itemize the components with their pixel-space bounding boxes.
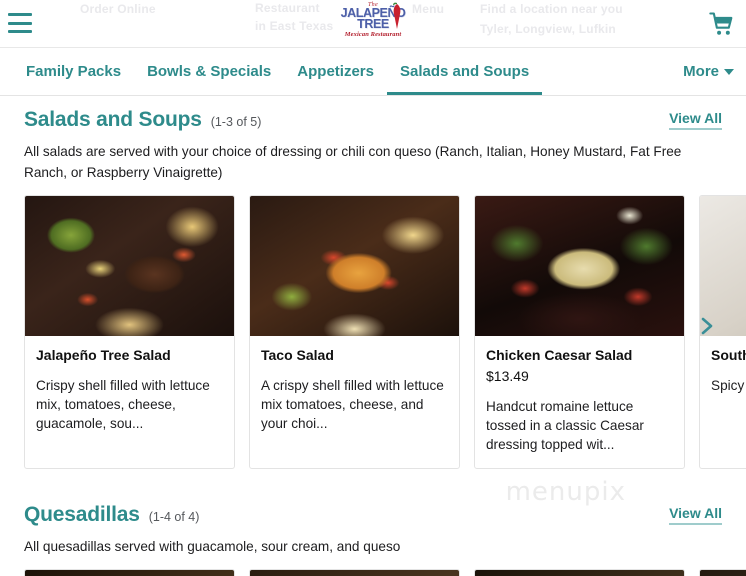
menu-item-image [475,196,684,336]
menu-item-image [25,570,234,576]
section-description: All salads are served with your choice o… [24,144,682,180]
faded-text-east-texas: in East Texas [255,19,334,33]
view-all-link-salads[interactable]: View All [669,110,722,130]
hamburger-bar-1 [8,13,32,16]
hamburger-bar-2 [8,21,32,25]
card-list [24,569,746,576]
tab-family-packs[interactable]: Family Packs [13,48,134,95]
menu-card-taco-salad[interactable]: Taco Salad A crispy shell filled with le… [249,195,460,469]
page-root: Order Online Restaurant in East Texas Fi… [0,0,746,576]
faded-text-menu: Menu [412,2,445,16]
chevron-right-icon [701,317,713,335]
menu-item-image [25,196,234,336]
section-salads-and-soups: Salads and Soups (1-3 of 5) View All All… [0,96,746,469]
section-item-count: (1-3 of 5) [210,115,262,129]
menu-card-quesadilla-3[interactable] [474,569,685,576]
menu-card-body: Jalapeño Tree Salad Crispy shell filled … [25,336,234,447]
menu-card-body: Chicken Caesar Salad $13.49 Handcut roma… [475,336,684,468]
shopping-cart-icon[interactable] [708,10,736,38]
chevron-down-icon [724,68,734,75]
menu-item-image [250,570,459,576]
menu-card-body: Taco Salad A crispy shell filled with le… [250,336,459,447]
tab-salads-and-soups[interactable]: Salads and Soups [386,48,543,95]
section-header: Quesadillas (1-4 of 4) View All [24,491,722,527]
section-quesadillas: Quesadillas (1-4 of 4) View All All ques… [0,491,746,576]
tab-appetizers[interactable]: Appetizers [284,48,387,95]
menu-item-name: Southw [711,347,746,363]
section-title: Salads and Soups [24,108,202,131]
menu-item-image [250,196,459,336]
section-item-count: (1-4 of 4) [148,510,200,524]
faded-text-order-online: Order Online [80,2,156,16]
menu-card-body: Southw Spicy c tortilla strips. [700,336,746,447]
menu-item-name: Taco Salad [261,347,334,363]
faded-text-cities: Tyler, Longview, Lufkin [480,22,616,36]
menu-card-jalapeno-tree-salad[interactable]: Jalapeño Tree Salad Crispy shell filled … [24,195,235,469]
menu-card-quesadilla-4-partial[interactable] [699,569,746,576]
more-tabs-dropdown[interactable]: More [683,63,734,80]
salads-carousel: Jalapeño Tree Salad Crispy shell filled … [24,195,746,469]
menu-item-name: Chicken Caesar Salad [486,347,633,363]
chili-pepper-icon [393,2,401,29]
section-description: All quesadillas served with guacamole, s… [24,539,401,554]
menu-card-quesadilla-1[interactable] [24,569,235,576]
section-title: Quesadillas [24,503,140,526]
site-header: Order Online Restaurant in East Texas Fi… [0,0,746,48]
hamburger-bar-3 [8,30,32,33]
faded-text-restaurant: Restaurant [255,1,320,15]
menu-card-quesadilla-2[interactable] [249,569,460,576]
menu-item-image [475,570,684,576]
menu-item-image [700,570,746,576]
tab-bowls-and-specials[interactable]: Bowls & Specials [134,48,284,95]
menu-card-chicken-caesar-salad[interactable]: Chicken Caesar Salad $13.49 Handcut roma… [474,195,685,469]
menu-item-price: $13.49 [486,368,529,384]
card-list: Jalapeño Tree Salad Crispy shell filled … [24,195,746,469]
menu-item-description: Spicy c tortilla strips. [711,378,746,393]
menu-item-name: Jalapeño Tree Salad [36,347,171,363]
logo-tagline-text: Mexican Restaurant [344,31,402,38]
carousel-next-button[interactable] [694,313,720,339]
view-all-link-quesadillas[interactable]: View All [669,505,722,525]
section-header: Salads and Soups (1-3 of 5) View All [24,96,722,132]
menu-item-description: Handcut romaine lettuce tossed in a clas… [486,399,644,452]
faded-text-find-location: Find a location near you [480,2,623,16]
category-nav-tabs: Family Packs Bowls & Specials Appetizers… [0,48,746,96]
more-label: More [683,63,719,80]
quesadillas-carousel [24,569,746,576]
menu-item-description: A crispy shell filled with lettuce mix t… [261,378,444,431]
hamburger-menu-icon[interactable] [8,13,32,33]
menu-item-description: Crispy shell filled with lettuce mix, to… [36,378,210,431]
brand-logo[interactable]: The JALAPEÑO TREE Mexican Restaurant [339,0,407,50]
